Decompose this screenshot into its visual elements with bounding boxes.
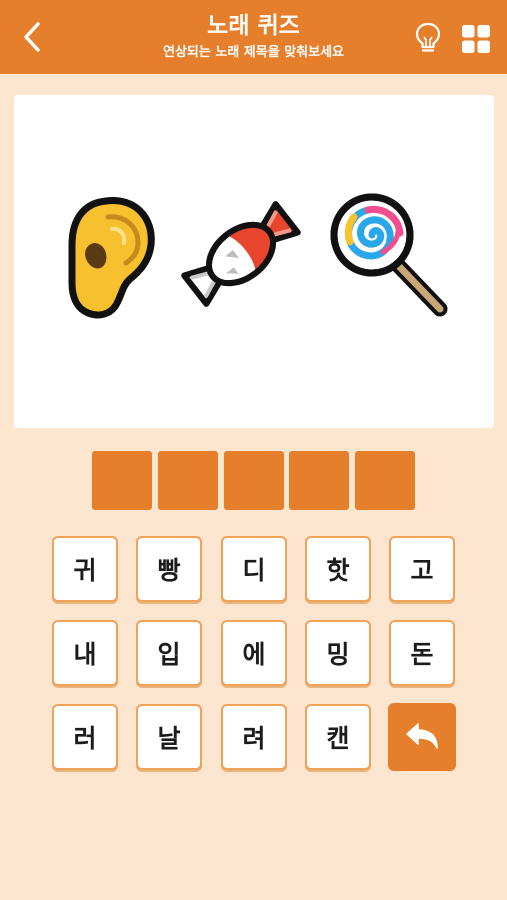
undo-arrow-icon [406, 723, 438, 749]
letter-key[interactable]: 려 [221, 704, 287, 770]
answer-slot[interactable] [158, 451, 218, 510]
letter-key[interactable]: 러 [52, 704, 118, 770]
undo-button[interactable] [388, 703, 456, 771]
letter-key[interactable]: 날 [136, 704, 202, 770]
answer-slot[interactable] [289, 451, 349, 510]
grid-menu-icon [462, 25, 490, 53]
letter-key[interactable]: 밍 [305, 620, 371, 686]
lollipop-icon [330, 193, 448, 317]
letter-key[interactable]: 핫 [305, 536, 371, 602]
letter-key[interactable]: 디 [221, 536, 287, 602]
hint-button[interactable] [414, 21, 442, 55]
candy-icon [181, 201, 301, 307]
answer-slot[interactable] [224, 451, 284, 510]
puzzle-card [14, 95, 494, 428]
lightbulb-icon [415, 22, 441, 52]
letter-key[interactable]: 캔 [305, 704, 371, 770]
letter-key[interactable]: 내 [52, 620, 118, 686]
letter-key[interactable]: 빵 [136, 536, 202, 602]
ear-icon [68, 197, 155, 319]
letter-key[interactable]: 귀 [52, 536, 118, 602]
letter-key[interactable]: 돈 [389, 620, 455, 686]
header-bar: 노래 퀴즈 연상되는 노래 제목을 맞춰보세요 [0, 0, 507, 74]
letter-key[interactable]: 에 [221, 620, 287, 686]
answer-slot[interactable] [92, 451, 152, 510]
letter-key[interactable]: 입 [136, 620, 202, 686]
answer-slot[interactable] [355, 451, 415, 510]
menu-button[interactable] [460, 23, 492, 55]
letter-key[interactable]: 고 [389, 536, 455, 602]
